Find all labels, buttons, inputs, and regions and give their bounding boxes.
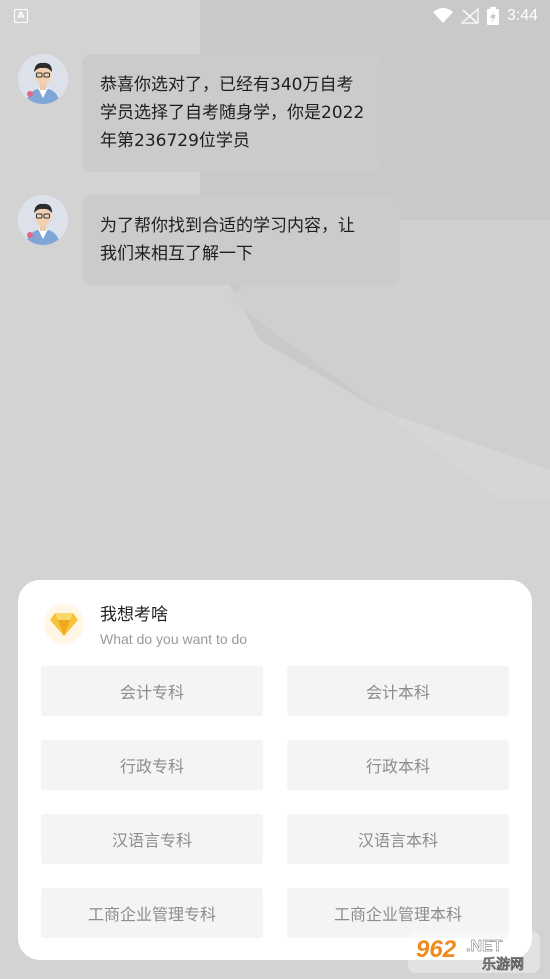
card-title: 我想考啥 (100, 605, 168, 625)
diamond-icon (44, 604, 84, 644)
avatar (18, 54, 68, 104)
option-chinese-bachelor[interactable]: 汉语言本科 (287, 814, 509, 864)
message-line: 学员选择了自考随身学，你是2022 (100, 103, 365, 123)
battery-charging-icon (486, 7, 499, 25)
teacher-avatar-icon (18, 54, 68, 104)
exam-selection-card: 我想考啥 What do you want to do 会计专科 会计本科 行政… (18, 580, 532, 960)
message-line: 我们来相互了解一下 (100, 244, 253, 264)
watermark-logo: 962 .NET 乐游网 (406, 927, 542, 975)
teacher-avatar-icon (18, 195, 68, 245)
svg-text:962: 962 (416, 936, 457, 963)
option-administration-bachelor[interactable]: 行政本科 (287, 740, 509, 790)
option-accounting-bachelor[interactable]: 会计本科 (287, 666, 509, 716)
message-line: 为了帮你找到合适的学习内容，让 (100, 216, 355, 236)
message-line: 恭喜你选对了，已经有340万自考 (100, 75, 354, 95)
chat-message: 恭喜你选对了，已经有340万自考 学员选择了自考随身学，你是2022 年第236… (18, 54, 383, 172)
card-subtitle: What do you want to do (100, 631, 248, 647)
message-bubble: 为了帮你找到合适的学习内容，让 我们来相互了解一下 (82, 195, 400, 285)
option-chinese-associate[interactable]: 汉语言专科 (41, 814, 263, 864)
option-accounting-associate[interactable]: 会计专科 (41, 666, 263, 716)
chat-message: 为了帮你找到合适的学习内容，让 我们来相互了解一下 (18, 195, 400, 285)
message-bubble: 恭喜你选对了，已经有340万自考 学员选择了自考随身学，你是2022 年第236… (82, 54, 383, 172)
avatar (18, 195, 68, 245)
card-header: 我想考啥 What do you want to do (44, 604, 247, 650)
status-icons: 3:44 (432, 7, 538, 25)
wifi-icon (432, 8, 453, 23)
option-administration-associate[interactable]: 行政专科 (41, 740, 263, 790)
status-bar: A 3:44 (0, 0, 550, 32)
option-business-management-associate[interactable]: 工商企业管理专科 (41, 888, 263, 938)
svg-text:乐游网: 乐游网 (482, 956, 524, 973)
message-line: 年第236729位学员 (100, 131, 250, 151)
signal-off-icon (460, 8, 479, 24)
svg-text:.NET: .NET (466, 938, 503, 955)
app-notification-icon: A (14, 9, 28, 23)
status-time: 3:44 (506, 7, 538, 24)
option-grid: 会计专科 会计本科 行政专科 行政本科 汉语言专科 汉语言本科 工商企业管理专科… (41, 666, 509, 938)
